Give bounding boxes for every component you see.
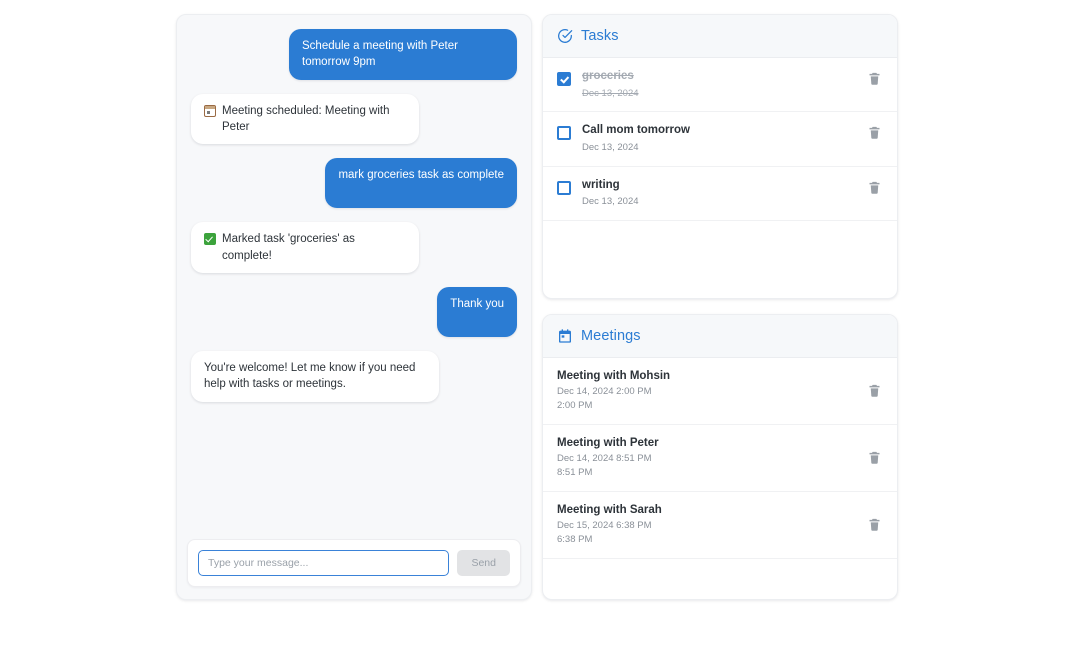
meeting-title: Meeting with Peter	[557, 437, 659, 450]
bot-message-bubble: Meeting scheduled: Meeting with Peter	[191, 93, 419, 145]
trash-icon[interactable]	[867, 180, 883, 196]
user-message-bubble: Schedule a meeting with Peter tomorrow 9…	[289, 29, 517, 80]
task-row[interactable]: Call mom tomorrow Dec 13, 2024	[543, 112, 897, 167]
task-date: Dec 13, 2024	[582, 141, 639, 153]
message-row: Meeting scheduled: Meeting with Peter	[191, 93, 517, 145]
message-input[interactable]	[198, 550, 450, 576]
message-composer: Send	[187, 539, 521, 587]
check-circle-icon	[557, 28, 573, 44]
task-title: Call mom tomorrow	[582, 124, 690, 137]
task-date: Dec 13, 2024	[582, 196, 639, 208]
meeting-row[interactable]: Meeting with Sarah Dec 15, 2024 6:38 PM …	[543, 492, 897, 560]
calendar-icon	[557, 328, 573, 344]
meeting-row[interactable]: Meeting with Mohsin Dec 14, 2024 2:00 PM…	[543, 358, 897, 426]
meeting-title: Meeting with Sarah	[557, 504, 662, 517]
message-text: Marked task 'groceries' as complete!	[222, 233, 355, 262]
tasks-panel-header: Tasks	[543, 15, 897, 58]
task-date: Dec 13, 2024	[582, 87, 639, 99]
meeting-row[interactable]: Meeting with Peter Dec 14, 2024 8:51 PM …	[543, 425, 897, 493]
meeting-title: Meeting with Mohsin	[557, 370, 671, 382]
meeting-list: Meeting with Mohsin Dec 14, 2024 2:00 PM…	[543, 358, 897, 599]
meetings-panel: Meetings Meeting with Mohsin Dec 14, 202…	[542, 314, 898, 600]
meetings-panel-title: Meetings	[581, 328, 641, 344]
white-check-mark-emoji	[204, 231, 216, 248]
bot-message-bubble: Marked task 'groceries' as complete!	[191, 222, 419, 273]
message-row: Thank you	[191, 286, 517, 337]
task-title: groceries	[582, 70, 634, 82]
trash-icon[interactable]	[867, 517, 883, 533]
calendar-emoji	[204, 103, 216, 120]
meeting-time: 2:00 PM	[557, 399, 593, 411]
trash-icon[interactable]	[867, 71, 883, 87]
user-message-bubble: Thank you	[437, 286, 517, 337]
message-row: You're welcome! Let me know if you need …	[191, 350, 517, 402]
message-text: Thank you	[450, 297, 504, 310]
meeting-datetime: Dec 15, 2024 6:38 PM	[557, 519, 652, 531]
message-text: You're welcome! Let me know if you need …	[204, 361, 416, 391]
message-list: Schedule a meeting with Peter tomorrow 9…	[177, 15, 531, 539]
task-checkbox[interactable]	[557, 180, 571, 195]
meeting-time: 8:51 PM	[557, 466, 593, 478]
message-row: Schedule a meeting with Peter tomorrow 9…	[191, 29, 517, 80]
task-row[interactable]: groceries Dec 13, 2024	[543, 58, 897, 113]
meetings-panel-header: Meetings	[543, 315, 897, 358]
send-button[interactable]: Send	[457, 550, 510, 576]
task-list: groceries Dec 13, 2024 Call mom tomorrow…	[543, 58, 897, 298]
bot-message-bubble: You're welcome! Let me know if you need …	[191, 350, 439, 402]
task-checkbox[interactable]	[557, 126, 571, 141]
meeting-datetime: Dec 14, 2024 2:00 PM	[557, 385, 652, 397]
tasks-panel-title: Tasks	[581, 28, 619, 44]
assistant-app: Schedule a meeting with Peter tomorrow 9…	[0, 0, 1080, 663]
message-row: Marked task 'groceries' as complete!	[191, 222, 517, 273]
message-text: mark groceries task as complete	[338, 169, 504, 182]
user-message-bubble: mark groceries task as complete	[325, 158, 517, 209]
meeting-datetime: Dec 14, 2024 8:51 PM	[557, 452, 652, 464]
trash-icon[interactable]	[867, 383, 883, 399]
meeting-time: 6:38 PM	[557, 533, 593, 545]
task-checkbox[interactable]	[557, 72, 571, 86]
chat-panel: Schedule a meeting with Peter tomorrow 9…	[176, 14, 532, 600]
trash-icon[interactable]	[867, 450, 883, 466]
message-row: mark groceries task as complete	[191, 158, 517, 209]
task-title: writing	[582, 178, 620, 191]
task-row[interactable]: writing Dec 13, 2024	[543, 167, 897, 221]
message-text: Schedule a meeting with Peter tomorrow 9…	[302, 40, 458, 69]
message-text: Meeting scheduled: Meeting with Peter	[222, 104, 390, 133]
trash-icon[interactable]	[867, 125, 883, 141]
tasks-panel: Tasks groceries Dec 13, 2024 Call mom to…	[542, 14, 898, 299]
